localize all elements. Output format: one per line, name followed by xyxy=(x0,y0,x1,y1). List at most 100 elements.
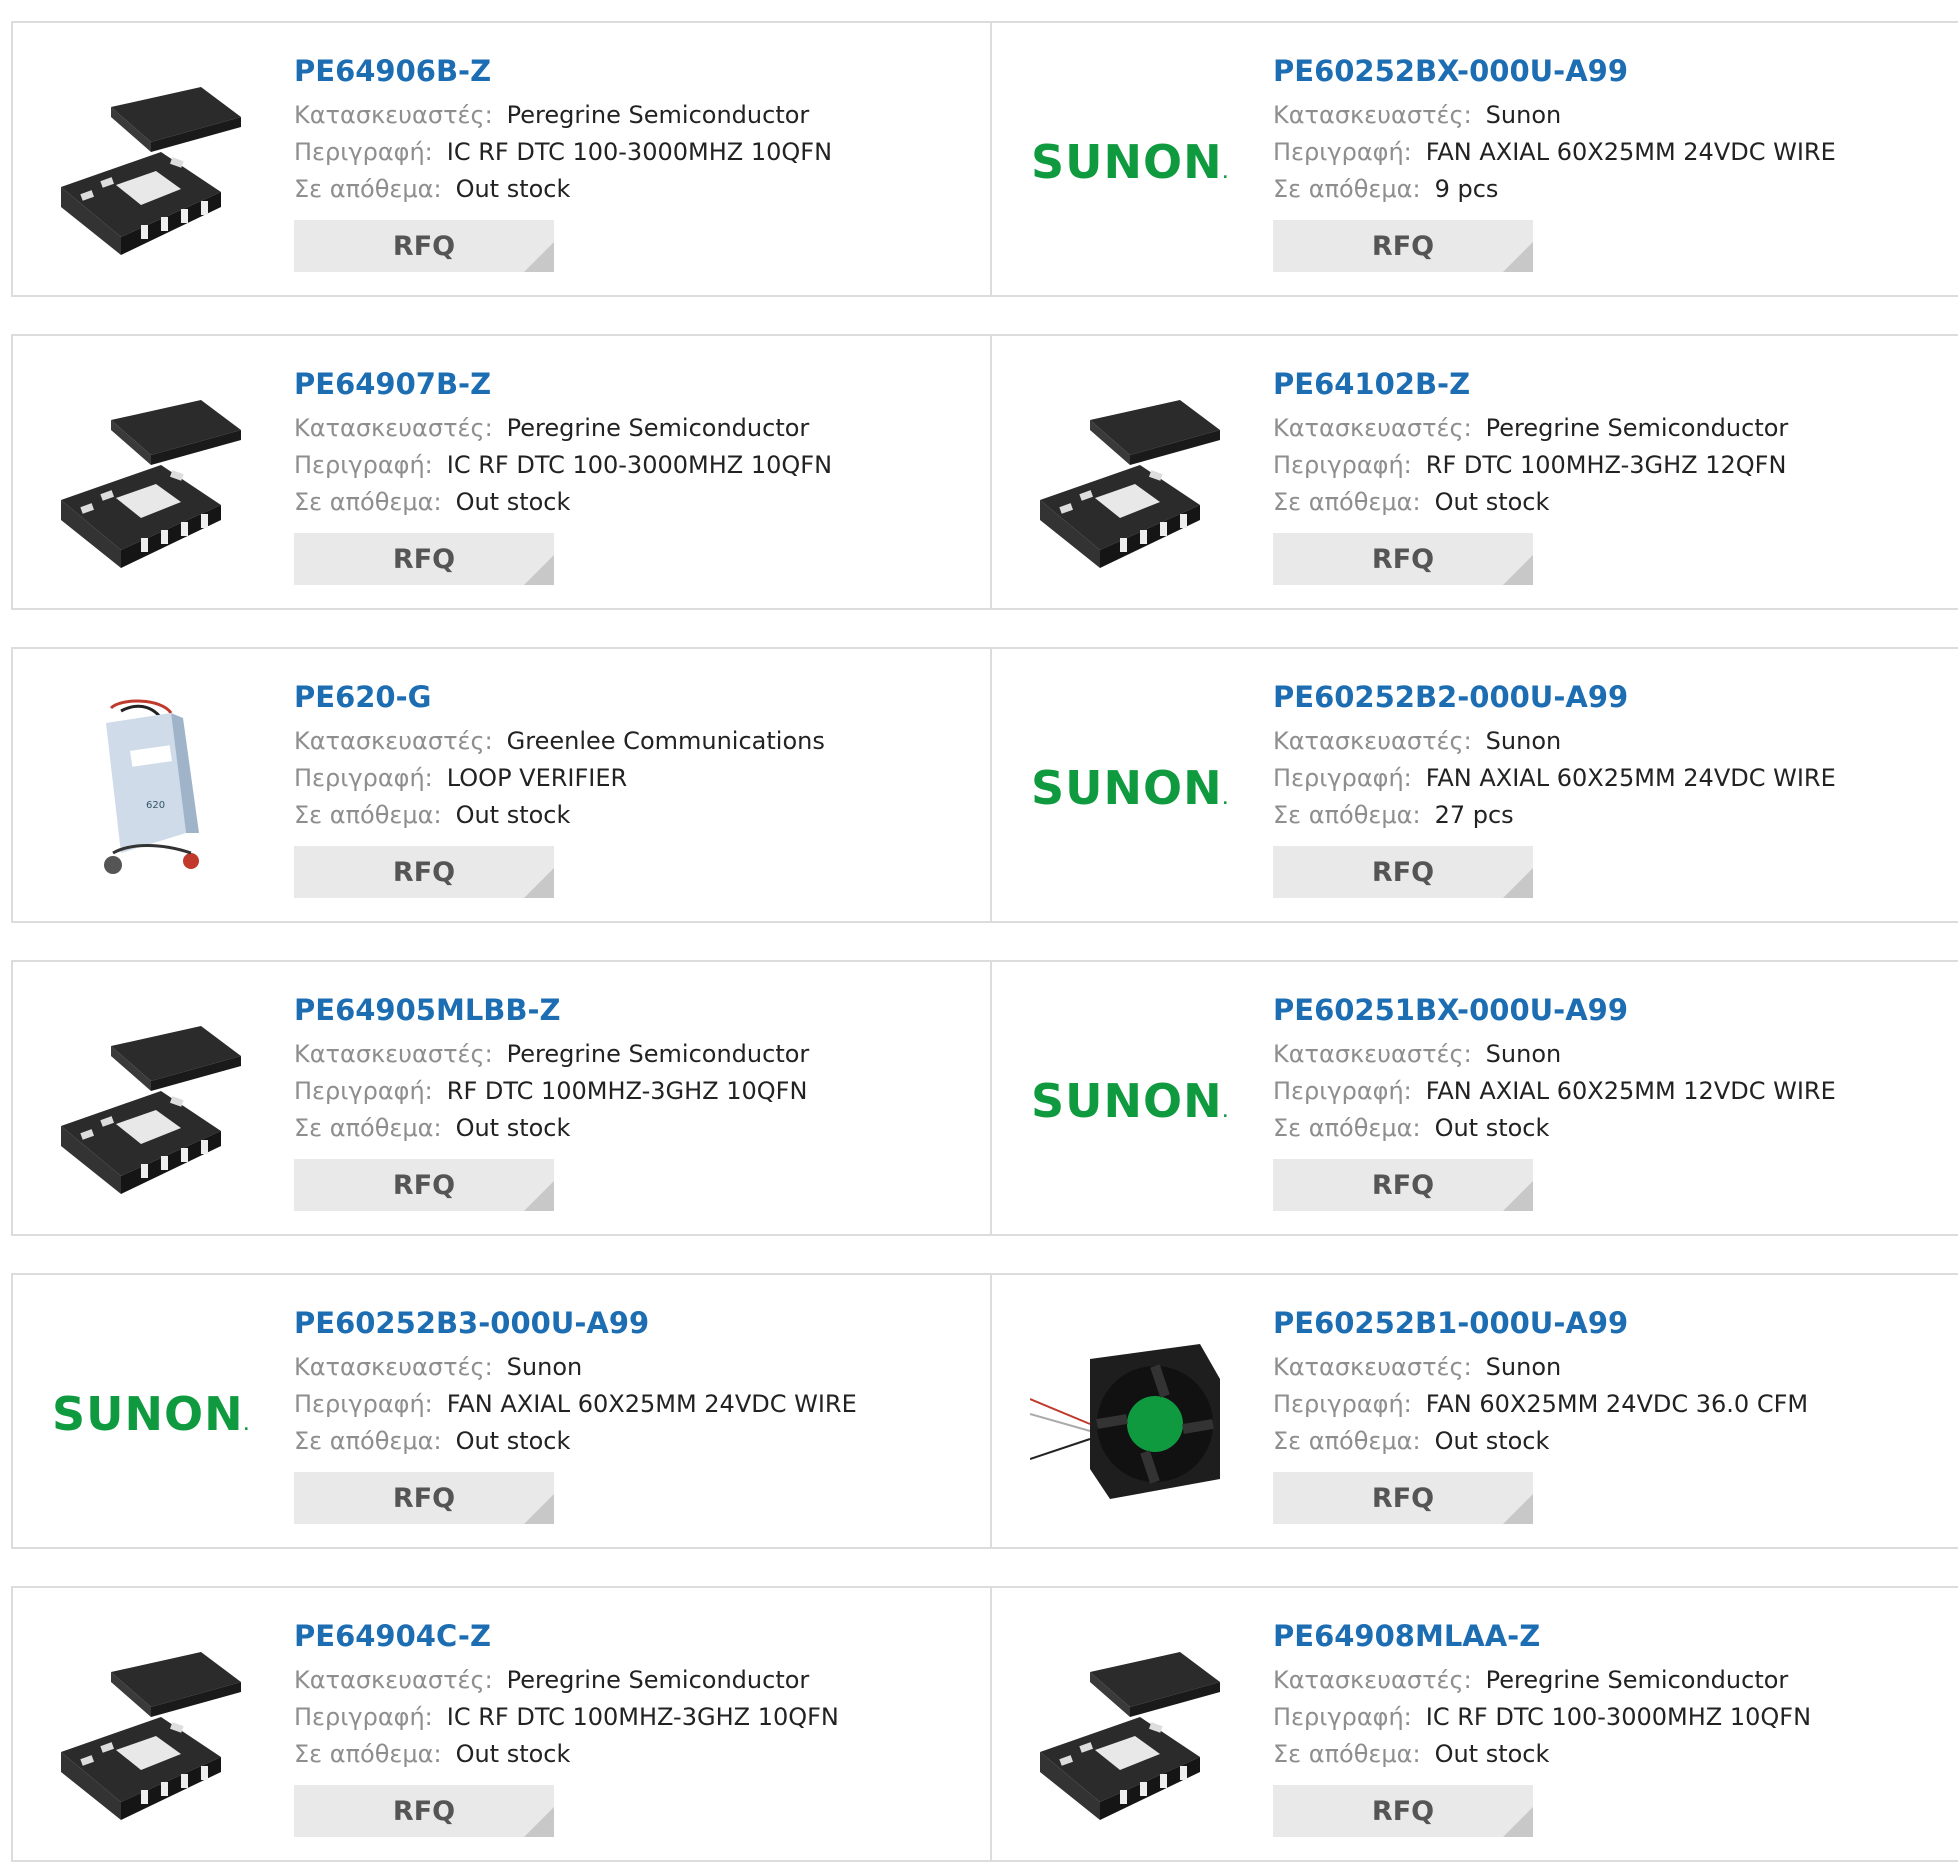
button-corner-decoration xyxy=(524,1494,554,1524)
part-number-link[interactable]: PE64102B-Z xyxy=(1273,364,1958,404)
sunon-logo[interactable]: SUNON. xyxy=(1030,1006,1230,1196)
button-corner-decoration xyxy=(1503,868,1533,898)
stock-line: Σε απόθεμα: Out stock xyxy=(294,1423,980,1460)
description-value: LOOP VERIFIER xyxy=(446,764,628,792)
product-card: SUNON. PE60252B3-000U-A99 Κατασκευαστές:… xyxy=(13,1275,992,1547)
stock-value: Out stock xyxy=(1434,1740,1550,1768)
manufacturer-label: Κατασκευαστές: xyxy=(294,727,493,755)
part-number-link[interactable]: PE64907B-Z xyxy=(294,364,980,404)
product-card: PE64908MLAA-Z Κατασκευαστές: Peregrine Se… xyxy=(992,1588,1958,1860)
qfn-chip-icon[interactable] xyxy=(51,1632,251,1822)
description-line: Περιγραφή: FAN AXIAL 60X25MM 24VDC WIRE xyxy=(1273,134,1958,171)
rfq-label: RFQ xyxy=(392,543,456,575)
part-number-link[interactable]: PE60252B2-000U-A99 xyxy=(1273,677,1958,717)
description-label: Περιγραφή: xyxy=(1273,764,1412,792)
qfn-chip-icon[interactable] xyxy=(51,1006,251,1196)
product-grid: PE64906B-Z Κατασκευαστές: Peregrine Semic… xyxy=(0,0,1958,1862)
sunon-logo: SUNON. xyxy=(1031,1074,1229,1128)
rfq-button[interactable]: RFQ xyxy=(294,846,554,898)
part-number-link[interactable]: PE60252BX-000U-A99 xyxy=(1273,51,1958,91)
stock-line: Σε απόθεμα: Out stock xyxy=(294,1110,980,1147)
stock-label: Σε απόθεμα: xyxy=(1273,1740,1421,1768)
part-number-link[interactable]: PE60252B1-000U-A99 xyxy=(1273,1303,1958,1343)
description-value: FAN AXIAL 60X25MM 24VDC WIRE xyxy=(1425,764,1836,792)
product-card: PE64904C-Z Κατασκευαστές: Peregrine Semic… xyxy=(13,1588,992,1860)
button-corner-decoration xyxy=(524,868,554,898)
manufacturer-line: Κατασκευαστές: Sunon xyxy=(1273,1349,1958,1386)
rfq-button[interactable]: RFQ xyxy=(294,220,554,272)
fan-photo-icon[interactable] xyxy=(1030,1319,1230,1509)
stock-value: Out stock xyxy=(1434,1114,1550,1142)
part-number-link[interactable]: PE60252B3-000U-A99 xyxy=(294,1303,980,1343)
sunon-logo: SUNON. xyxy=(1031,135,1229,189)
manufacturer-line: Κατασκευαστές: Greenlee Communications xyxy=(294,723,980,760)
description-label: Περιγραφή: xyxy=(294,451,433,479)
stock-value: Out stock xyxy=(455,488,571,516)
rfq-button[interactable]: RFQ xyxy=(294,533,554,585)
product-card: SUNON. PE60252B2-000U-A99 Κατασκευαστές:… xyxy=(992,649,1958,921)
rfq-button[interactable]: RFQ xyxy=(1273,1472,1533,1524)
manufacturer-value: Sunon xyxy=(506,1353,583,1381)
product-card: PE64102B-Z Κατασκευαστές: Peregrine Semic… xyxy=(992,336,1958,608)
product-card: 620 PE620-G Κατασκευαστές: Greenlee Commu… xyxy=(13,649,992,921)
qfn-chip-icon[interactable] xyxy=(51,67,251,257)
part-number-link[interactable]: PE64908MLAA-Z xyxy=(1273,1616,1958,1656)
stock-value: Out stock xyxy=(455,175,571,203)
manufacturer-label: Κατασκευαστές: xyxy=(294,1666,493,1694)
stock-label: Σε απόθεμα: xyxy=(294,175,442,203)
sunon-logo[interactable]: SUNON. xyxy=(1030,693,1230,883)
loop-verifier-icon[interactable]: 620 xyxy=(51,693,251,883)
rfq-button[interactable]: RFQ xyxy=(1273,1159,1533,1211)
stock-value: Out stock xyxy=(1434,1427,1550,1455)
rfq-button[interactable]: RFQ xyxy=(294,1159,554,1211)
description-value: IC RF DTC 100-3000MHZ 10QFN xyxy=(446,451,833,479)
rfq-button[interactable]: RFQ xyxy=(1273,533,1533,585)
product-info: PE64907B-Z Κατασκευαστές: Peregrine Semic… xyxy=(294,364,980,585)
manufacturer-value: Peregrine Semiconductor xyxy=(506,1666,810,1694)
stock-line: Σε απόθεμα: 9 pcs xyxy=(1273,171,1958,208)
rfq-button[interactable]: RFQ xyxy=(1273,846,1533,898)
rfq-button[interactable]: RFQ xyxy=(1273,1785,1533,1837)
stock-value: 27 pcs xyxy=(1434,801,1514,829)
product-card: SUNON. PE60251BX-000U-A99 Κατασκευαστές:… xyxy=(992,962,1958,1234)
rfq-button[interactable]: RFQ xyxy=(1273,220,1533,272)
manufacturer-label: Κατασκευαστές: xyxy=(294,1353,493,1381)
qfn-chip-icon[interactable] xyxy=(1030,380,1230,570)
stock-label: Σε απόθεμα: xyxy=(1273,1427,1421,1455)
part-number-link[interactable]: PE60251BX-000U-A99 xyxy=(1273,990,1958,1030)
stock-value: 9 pcs xyxy=(1434,175,1499,203)
description-line: Περιγραφή: FAN AXIAL 60X25MM 12VDC WIRE xyxy=(1273,1073,1958,1110)
button-corner-decoration xyxy=(524,1807,554,1837)
part-number-link[interactable]: PE620-G xyxy=(294,677,980,717)
product-info: PE60252BX-000U-A99 Κατασκευαστές: Sunon Π… xyxy=(1273,51,1958,272)
manufacturer-line: Κατασκευαστές: Peregrine Semiconductor xyxy=(1273,410,1958,447)
button-corner-decoration xyxy=(524,555,554,585)
product-info: PE60251BX-000U-A99 Κατασκευαστές: Sunon Π… xyxy=(1273,990,1958,1211)
rfq-label: RFQ xyxy=(1371,1795,1435,1827)
part-number-link[interactable]: PE64906B-Z xyxy=(294,51,980,91)
stock-line: Σε απόθεμα: Out stock xyxy=(1273,1423,1958,1460)
description-label: Περιγραφή: xyxy=(294,764,433,792)
product-card: PE64907B-Z Κατασκευαστές: Peregrine Semic… xyxy=(13,336,992,608)
sunon-logo[interactable]: SUNON. xyxy=(51,1319,251,1509)
qfn-chip-icon[interactable] xyxy=(1030,1632,1230,1822)
manufacturer-value: Greenlee Communications xyxy=(506,727,825,755)
product-row: SUNON. PE60252B3-000U-A99 Κατασκευαστές:… xyxy=(11,1273,1958,1549)
manufacturer-value: Sunon xyxy=(1485,1040,1562,1068)
manufacturer-line: Κατασκευαστές: Sunon xyxy=(294,1349,980,1386)
product-row: PE64906B-Z Κατασκευαστές: Peregrine Semic… xyxy=(11,21,1958,297)
manufacturer-line: Κατασκευαστές: Peregrine Semiconductor xyxy=(294,1036,980,1073)
rfq-button[interactable]: RFQ xyxy=(294,1785,554,1837)
rfq-label: RFQ xyxy=(1371,1482,1435,1514)
part-number-link[interactable]: PE64904C-Z xyxy=(294,1616,980,1656)
rfq-button[interactable]: RFQ xyxy=(294,1472,554,1524)
sunon-logo[interactable]: SUNON. xyxy=(1030,67,1230,257)
part-number-link[interactable]: PE64905MLBB-Z xyxy=(294,990,980,1030)
manufacturer-label: Κατασκευαστές: xyxy=(1273,1666,1472,1694)
qfn-chip-icon[interactable] xyxy=(51,380,251,570)
manufacturer-label: Κατασκευαστές: xyxy=(294,1040,493,1068)
product-info: PE64906B-Z Κατασκευαστές: Peregrine Semic… xyxy=(294,51,980,272)
product-info: PE60252B1-000U-A99 Κατασκευαστές: Sunon Π… xyxy=(1273,1303,1958,1524)
stock-label: Σε απόθεμα: xyxy=(294,801,442,829)
stock-label: Σε απόθεμα: xyxy=(1273,488,1421,516)
